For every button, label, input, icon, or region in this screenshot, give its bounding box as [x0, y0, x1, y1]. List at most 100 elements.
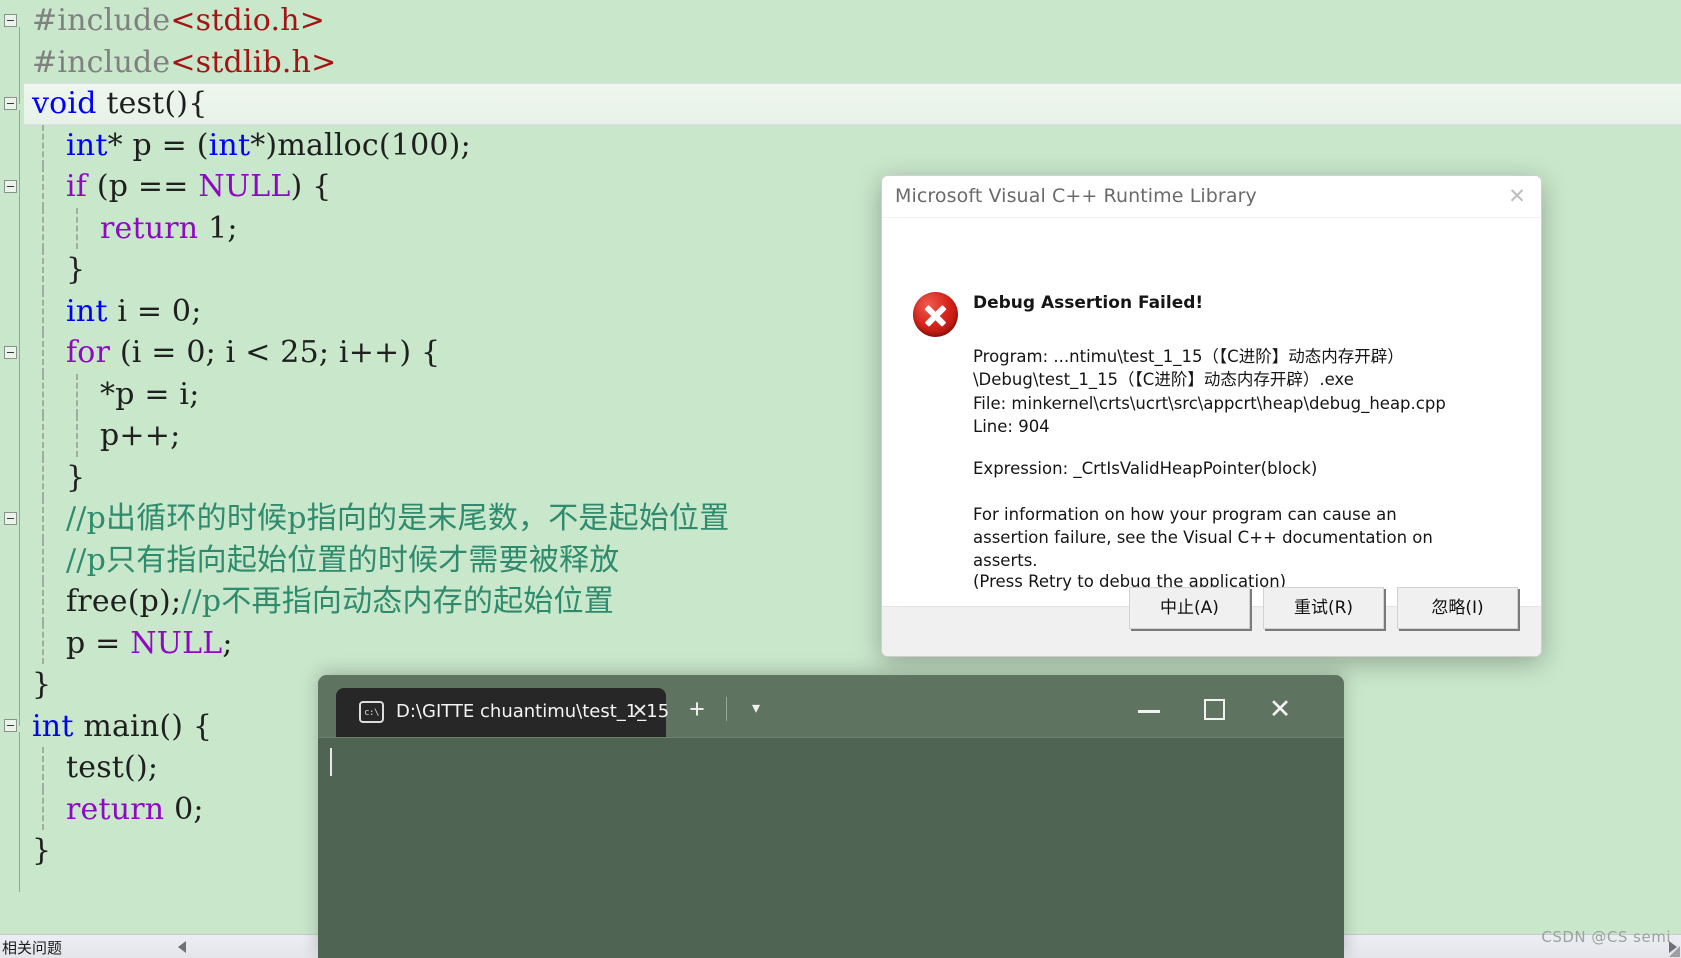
code-line-text: }: [66, 460, 85, 495]
dialog-line-number: Line: 904: [973, 417, 1050, 436]
terminal-caret: [330, 748, 332, 776]
code-token: * p = (: [107, 127, 209, 163]
fold-toggle-icon[interactable]: [4, 13, 17, 27]
code-line-text: int main() {: [32, 709, 212, 744]
watermark: CSDN @CS semi: [1541, 928, 1671, 946]
code-token: *p = i;: [100, 376, 200, 412]
code-token: i = 0;: [107, 293, 202, 329]
close-icon[interactable]: ✕: [628, 700, 652, 724]
ignore-button[interactable]: 忽略(I): [1397, 587, 1518, 629]
code-line-text: }: [32, 833, 51, 868]
code-line-text: }: [66, 252, 85, 287]
fold-toggle-icon[interactable]: [4, 96, 17, 110]
gutter-scope-line: [19, 358, 20, 519]
code-line-text: p = NULL;: [66, 626, 233, 661]
minimize-icon[interactable]: [1118, 685, 1182, 733]
code-line-text: p++;: [100, 418, 180, 453]
code-token: ) {: [290, 169, 332, 204]
code-token: }: [66, 459, 86, 495]
maximize-icon[interactable]: [1183, 685, 1247, 733]
code-token: //p不再指向动态内存的起始位置: [181, 584, 614, 619]
indent-guide: [42, 207, 44, 249]
dialog-info-text: For information on how your program can …: [973, 505, 1439, 570]
indent-guide: [42, 124, 44, 166]
code-token: void: [32, 86, 97, 121]
indent-guide: [76, 415, 78, 457]
code-token: int: [208, 127, 251, 163]
code-line-text: return 1;: [100, 211, 238, 246]
code-line-text: void test(){: [32, 86, 208, 121]
terminal-output-area[interactable]: [318, 737, 1344, 958]
code-token: (p ==: [87, 169, 199, 204]
code-line-text: for (i = 0; i < 25; i++) {: [66, 335, 440, 370]
dialog-file-line: File: minkernel\crts\ucrt\src\appcrt\hea…: [973, 394, 1446, 413]
code-line[interactable]: void test(){: [24, 83, 1681, 125]
error-circle-icon: [913, 292, 958, 337]
terminal-window[interactable]: c:\ D:\GITTE chuantimu\test_1_15 ✕ + ▾ ✕: [318, 675, 1344, 958]
gutter-scope-line: [19, 26, 20, 104]
code-line-text: }: [32, 667, 51, 702]
code-token: p =: [66, 625, 131, 661]
code-line-text: //p只有指向起始位置的时候才需要被释放: [66, 543, 619, 578]
code-token: }: [66, 252, 86, 287]
code-token: //p只有指向起始位置的时候才需要被释放: [66, 542, 620, 578]
fold-toggle-icon[interactable]: [4, 511, 17, 525]
dialog-title-bar[interactable]: Microsoft Visual C++ Runtime Library ✕: [882, 176, 1541, 218]
fold-toggle-icon[interactable]: [4, 345, 17, 359]
code-token: //p出循环的时候p指向的是末尾数，不是起始位置: [66, 501, 730, 536]
resize-grip[interactable]: [1669, 946, 1680, 957]
fold-toggle-icon[interactable]: [4, 719, 17, 733]
code-token: free(p);: [66, 584, 182, 619]
indent-guide: [42, 456, 44, 498]
code-token: NULL: [130, 625, 223, 661]
code-token: int: [66, 127, 108, 163]
code-token: *)malloc(100);: [250, 127, 471, 163]
code-token: test(){: [96, 86, 208, 121]
indent-guide: [76, 207, 78, 249]
close-icon[interactable]: ✕: [1503, 184, 1531, 210]
code-token: }: [32, 833, 52, 868]
plus-icon[interactable]: +: [682, 695, 712, 725]
code-token: ;: [222, 625, 233, 661]
code-line-text: test();: [66, 750, 158, 785]
indent-guide: [42, 498, 44, 540]
code-line[interactable]: #include<stdio.h>: [24, 0, 1681, 42]
indent-guide: [42, 622, 44, 664]
indent-guide: [42, 581, 44, 623]
retry-button[interactable]: 重试(R): [1263, 587, 1384, 629]
indent-guide: [42, 788, 44, 830]
code-token: return: [100, 210, 199, 246]
terminal-title-bar[interactable]: c:\ D:\GITTE chuantimu\test_1_15 ✕ + ▾ ✕: [318, 675, 1344, 737]
code-line-text: return 0;: [66, 792, 204, 827]
fold-toggle-icon[interactable]: [4, 179, 17, 193]
code-line[interactable]: #include<stdlib.h>: [24, 42, 1681, 84]
code-token: #include: [32, 44, 171, 80]
indent-guide: [42, 166, 44, 208]
code-token: int: [66, 293, 108, 329]
code-token: }: [32, 667, 52, 702]
code-line-text: int* p = (int*)malloc(100);: [66, 128, 471, 163]
code-token: 1;: [198, 210, 238, 246]
indent-guide: [42, 290, 44, 332]
close-icon[interactable]: ✕: [1248, 685, 1312, 733]
code-token: if: [66, 169, 88, 204]
indent-guide: [42, 332, 44, 374]
dialog-expression: Expression: _CrtIsValidHeapPointer(block…: [973, 459, 1318, 478]
status-bar-text: 相关问题: [2, 939, 63, 957]
code-token: <stdlib.h>: [170, 44, 337, 80]
terminal-tab[interactable]: c:\ D:\GITTE chuantimu\test_1_15 ✕: [336, 688, 669, 737]
code-token: return: [66, 791, 165, 827]
code-line[interactable]: int* p = (int*)malloc(100);: [24, 124, 1681, 166]
code-token: int: [32, 708, 74, 744]
editor-gutter[interactable]: [0, 0, 24, 934]
scroll-left-icon[interactable]: [178, 941, 186, 953]
indent-guide: [76, 373, 78, 415]
code-line-text: int i = 0;: [66, 294, 202, 329]
abort-button[interactable]: 中止(A): [1129, 587, 1250, 629]
dialog-body: Debug Assertion Failed! Program: ...ntim…: [882, 218, 1541, 608]
dialog-heading: Debug Assertion Failed!: [973, 293, 1204, 313]
runtime-error-dialog[interactable]: Microsoft Visual C++ Runtime Library ✕ D…: [881, 175, 1542, 657]
code-line-text: *p = i;: [100, 377, 200, 412]
chevron-down-icon[interactable]: ▾: [742, 697, 770, 723]
tab-separator: [726, 697, 727, 721]
